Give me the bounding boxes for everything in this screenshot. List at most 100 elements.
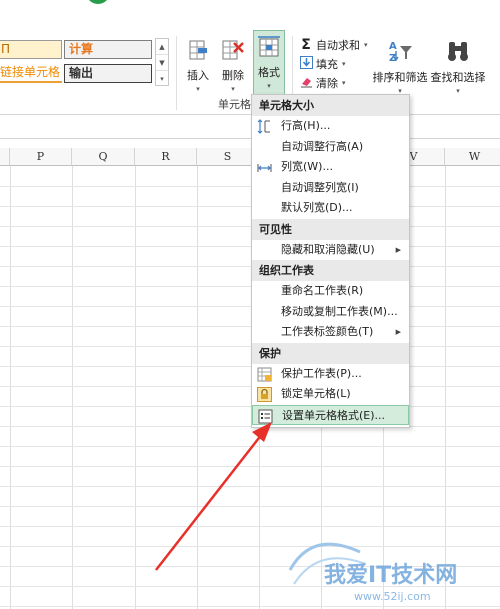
menu-item-row-height[interactable]: 行高(H)... xyxy=(252,116,409,137)
chevron-down-icon: ▾ xyxy=(342,60,346,68)
scroll-up-icon[interactable]: ▲ xyxy=(156,39,168,55)
fill-button[interactable]: 填充 ▾ xyxy=(299,56,346,72)
grid-line xyxy=(135,166,136,609)
grid-line xyxy=(0,366,500,367)
scroll-down-icon[interactable]: ▼ xyxy=(156,55,168,71)
grid-line xyxy=(0,246,500,247)
menu-item-label: 默认列宽(D)... xyxy=(281,201,353,214)
ribbon: П 计算 链接单元格 输出 ▲ ▼ ▾ 插入 ▾ 删除 ▾ 格式 ▾ 单元格 Σ… xyxy=(0,0,500,114)
delete-button[interactable]: 删除 ▾ xyxy=(219,38,247,93)
format-dropdown-menu: 单元格大小 行高(H)... 自动调整行高(A) 列宽(W)... 自动调整列宽… xyxy=(251,94,410,428)
style-output[interactable]: 输出 xyxy=(64,64,152,83)
grid-line xyxy=(197,166,198,609)
app-logo-icon xyxy=(84,0,112,6)
gallery-more-icon[interactable]: ▾ xyxy=(156,71,168,87)
sigma-icon: Σ xyxy=(301,37,311,53)
menu-item-tab-color[interactable]: 工作表标签颜色(T) ▶ xyxy=(252,322,409,343)
menu-item-label: 列宽(W)... xyxy=(281,160,333,173)
grid-line xyxy=(0,506,500,507)
formula-bar[interactable] xyxy=(0,123,500,139)
grid-line xyxy=(0,466,500,467)
ribbon-border xyxy=(0,114,500,115)
protect-sheet-icon xyxy=(257,367,272,381)
menu-section-protection: 保护 xyxy=(252,342,409,364)
fill-down-icon xyxy=(299,56,313,72)
site-watermark: 我爱IT技术网 www.52ij.com xyxy=(282,530,500,609)
grid-line xyxy=(10,166,11,609)
autosum-button[interactable]: Σ 自动求和 ▾ xyxy=(299,37,367,53)
column-header-w[interactable]: W xyxy=(445,148,500,166)
menu-item-column-width[interactable]: 列宽(W)... xyxy=(252,157,409,178)
clear-button[interactable]: 清除 ▾ xyxy=(299,75,346,91)
grid-line xyxy=(0,526,500,527)
menu-item-autofit-row-height[interactable]: 自动调整行高(A) xyxy=(252,137,409,158)
menu-item-default-width[interactable]: 默认列宽(D)... xyxy=(252,198,409,219)
style-calculation[interactable]: 计算 xyxy=(64,40,152,59)
lock-icon xyxy=(257,387,272,402)
insert-button[interactable]: 插入 ▾ xyxy=(184,38,212,93)
grid-line xyxy=(0,386,500,387)
menu-item-rename-sheet[interactable]: 重命名工作表(R) xyxy=(252,281,409,302)
find-select-button[interactable]: 查找和选择 ▾ xyxy=(430,38,486,95)
sort-filter-label: 排序和筛选 xyxy=(372,71,428,84)
chevron-down-icon: ▾ xyxy=(342,79,346,87)
menu-item-format-cells[interactable]: 设置单元格格式(E)... xyxy=(252,404,409,425)
submenu-arrow-icon: ▶ xyxy=(395,245,401,254)
menu-item-label: 重命名工作表(R) xyxy=(281,284,364,297)
autosum-label: 自动求和 xyxy=(316,39,360,52)
format-button[interactable]: 格式 ▾ xyxy=(253,30,285,96)
grid-line xyxy=(0,486,500,487)
menu-section-visibility: 可见性 xyxy=(252,218,409,240)
style-linked-cell[interactable]: 链接单元格 xyxy=(0,64,62,83)
menu-item-hide-unhide[interactable]: 隐藏和取消隐藏(U) ▶ xyxy=(252,240,409,261)
chevron-down-icon: ▾ xyxy=(231,85,235,93)
ribbon-separator xyxy=(176,36,177,110)
grid-line xyxy=(0,406,500,407)
chevron-down-icon: ▾ xyxy=(267,82,271,90)
grid-line xyxy=(0,446,500,447)
menu-section-cell-size: 单元格大小 xyxy=(252,95,409,116)
grid-line xyxy=(0,186,500,187)
column-header-r[interactable]: R xyxy=(135,148,197,166)
menu-item-move-copy-sheet[interactable]: 移动或复制工作表(M)... xyxy=(252,302,409,323)
delete-cells-icon xyxy=(222,40,244,60)
delete-label: 删除 xyxy=(222,69,244,82)
menu-item-label: 自动调整列宽(I) xyxy=(281,180,359,194)
styles-gallery-scroll[interactable]: ▲ ▼ ▾ xyxy=(155,38,169,86)
grid-line xyxy=(0,326,500,327)
clear-label: 清除 xyxy=(316,77,338,90)
column-header-p[interactable]: P xyxy=(10,148,72,166)
style-note[interactable]: П xyxy=(0,40,62,59)
watermark-title: 我爱IT技术网 xyxy=(324,563,457,588)
column-header-partial[interactable] xyxy=(0,148,10,166)
grid-line xyxy=(72,166,73,609)
grid-line xyxy=(0,306,500,307)
menu-item-lock-cell[interactable]: 锁定单元格(L) xyxy=(252,384,409,405)
menu-item-label: 隐藏和取消隐藏(U) xyxy=(281,242,375,256)
menu-item-label: 保护工作表(P)... xyxy=(281,366,362,380)
chevron-down-icon: ▾ xyxy=(456,87,460,95)
menu-item-autofit-column-width[interactable]: 自动调整列宽(I) xyxy=(252,178,409,199)
grid-line xyxy=(0,346,500,347)
submenu-arrow-icon: ▶ xyxy=(395,328,401,336)
format-cells-icon xyxy=(258,36,280,57)
grid-line xyxy=(0,226,500,227)
fill-label: 填充 xyxy=(316,58,338,71)
menu-section-organize-sheets: 组织工作表 xyxy=(252,260,409,281)
format-label: 格式 xyxy=(258,66,280,79)
menu-item-protect-sheet[interactable]: 保护工作表(P)... xyxy=(252,364,409,385)
cells-group-label: 单元格 xyxy=(218,98,251,111)
column-header-q[interactable]: Q xyxy=(72,148,135,166)
svg-text:A: A xyxy=(389,41,397,52)
watermark-url: www.52ij.com xyxy=(354,590,431,603)
menu-item-label: 自动调整行高(A) xyxy=(281,139,364,153)
menu-item-label: 行高(H)... xyxy=(281,119,331,132)
menu-item-label: 设置单元格格式(E)... xyxy=(282,408,386,422)
find-select-label: 查找和选择 xyxy=(430,71,486,84)
eraser-icon xyxy=(299,75,313,91)
grid-line xyxy=(0,426,500,427)
sort-filter-button[interactable]: A Z 排序和筛选 ▾ xyxy=(372,38,428,95)
column-header-s[interactable]: S xyxy=(197,148,259,166)
sort-filter-icon: A Z xyxy=(389,41,412,64)
column-width-icon xyxy=(257,164,272,172)
